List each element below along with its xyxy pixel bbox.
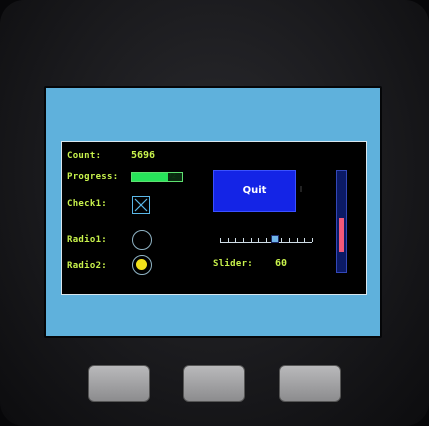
progress-fill <box>132 173 168 181</box>
progress-bar: 72 <box>131 172 183 182</box>
slider-tick <box>304 238 305 242</box>
progress-label: Progress: <box>67 172 119 182</box>
slider-tick <box>220 238 221 242</box>
slider-tick <box>266 238 267 242</box>
slider-tick <box>235 238 236 242</box>
slider-value: 60 <box>275 258 288 269</box>
quit-button[interactable]: Quit <box>213 170 296 212</box>
slider-tick <box>297 238 298 242</box>
hardware-button-a[interactable] <box>88 365 150 402</box>
check1-label: Check1: <box>67 199 108 209</box>
lcd-screen: Count: 5696 Progress: 72 Check1: Radio1:… <box>46 88 380 336</box>
slider-tick <box>258 238 259 242</box>
radio2-button[interactable] <box>132 255 152 275</box>
radio2-selected-dot <box>136 259 147 270</box>
slider-tick <box>289 238 290 242</box>
screen-side-mark <box>300 186 302 192</box>
slider-tick <box>228 238 229 242</box>
check-mark-icon <box>134 198 148 212</box>
device-body: Count: 5696 Progress: 72 Check1: Radio1:… <box>0 0 429 426</box>
slider-label: Slider: <box>213 259 254 269</box>
progress-text: 72 <box>167 172 176 180</box>
slider-tick <box>281 238 282 242</box>
check1-checkbox[interactable] <box>132 196 150 214</box>
radio1-label: Radio1: <box>67 235 108 245</box>
count-value: 5696 <box>131 150 156 161</box>
hardware-button-b[interactable] <box>183 365 245 402</box>
slider-tick <box>243 238 244 242</box>
gui-panel: Count: 5696 Progress: 72 Check1: Radio1:… <box>61 141 367 295</box>
slider-track[interactable] <box>220 242 312 243</box>
scrollbar-thumb[interactable] <box>339 218 344 252</box>
slider-tick <box>312 238 313 242</box>
radio2-label: Radio2: <box>67 261 108 271</box>
vertical-scrollbar[interactable] <box>336 170 347 273</box>
slider-knob[interactable] <box>271 235 279 243</box>
radio1-button[interactable] <box>132 230 152 250</box>
slider-tick <box>251 238 252 242</box>
count-label: Count: <box>67 151 102 161</box>
hardware-button-c[interactable] <box>279 365 341 402</box>
